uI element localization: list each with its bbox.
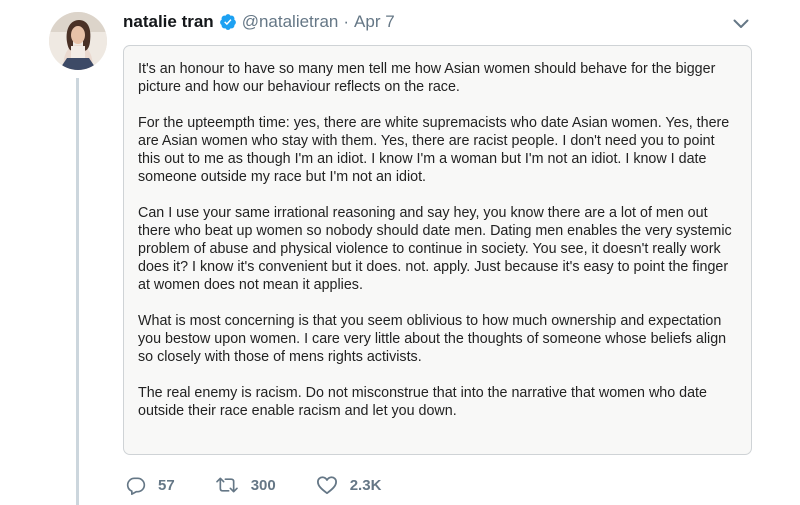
like-count: 2.3K xyxy=(349,476,382,494)
paragraph: It's an honour to have so many men tell … xyxy=(138,61,716,95)
paragraph: Can I use your same irrational reasoning… xyxy=(138,205,732,293)
reply-count: 57 xyxy=(158,476,175,494)
avatar[interactable] xyxy=(49,12,107,70)
author-name[interactable]: natalie tran xyxy=(123,12,214,32)
separator-dot: · xyxy=(343,12,350,31)
retweet-count: 300 xyxy=(250,476,276,494)
like-button[interactable]: 2.3K xyxy=(316,475,382,495)
author-handle[interactable]: @natalietran xyxy=(242,12,339,32)
tweet: natalie tran @natalietran · Apr 7 It's a… xyxy=(0,0,800,505)
paragraph: The real enemy is racism. Do not miscons… xyxy=(138,385,707,419)
verified-badge-icon xyxy=(219,13,237,31)
tweet-date[interactable]: Apr 7 xyxy=(354,12,395,32)
chevron-down-icon[interactable] xyxy=(731,16,751,32)
reply-button[interactable]: 57 xyxy=(126,475,175,495)
tweet-header: natalie tran @natalietran · Apr 7 xyxy=(123,10,395,34)
reply-icon xyxy=(126,475,146,495)
heart-icon xyxy=(316,475,338,495)
tweet-actions: 57 300 2.3K xyxy=(126,473,421,497)
retweet-icon xyxy=(215,475,239,495)
tweet-image-text[interactable]: It's an honour to have so many men tell … xyxy=(123,45,752,455)
retweet-button[interactable]: 300 xyxy=(215,475,276,495)
paragraph: For the upteempth time: yes, there are w… xyxy=(138,115,730,185)
thread-line xyxy=(76,78,79,505)
paragraph: What is most concerning is that you seem… xyxy=(138,313,727,365)
